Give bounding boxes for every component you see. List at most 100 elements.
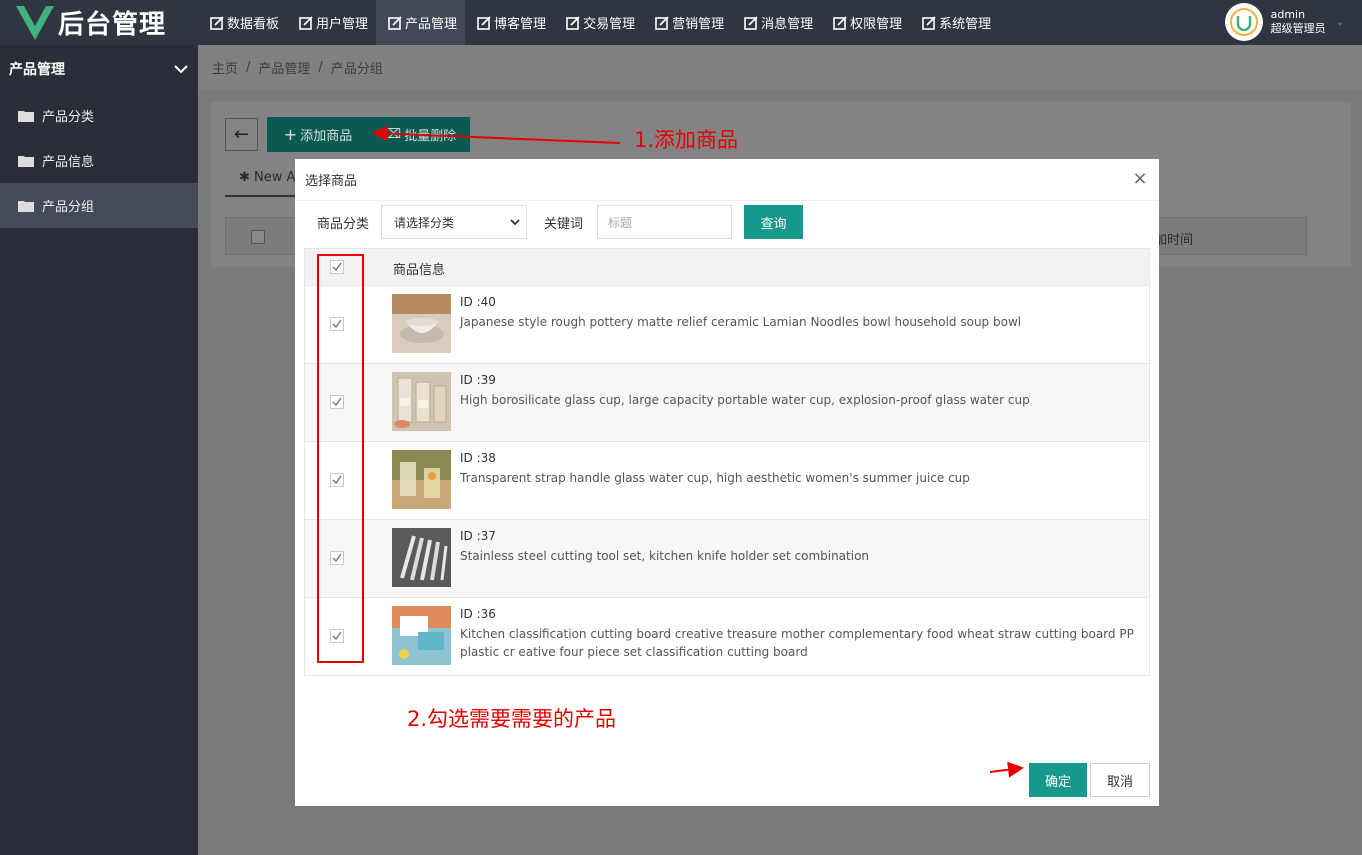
close-icon[interactable]: ×	[1131, 170, 1149, 188]
batch-delete-label: 批量删除	[404, 129, 457, 144]
user-info: admin 超级管理员	[1271, 8, 1326, 36]
top-bar: 后台管理 数据看板 用户管理 产品管理 博客管理 交易管理 营销管理 消息管理 …	[0, 0, 1362, 45]
select-all-checkbox[interactable]	[251, 230, 265, 244]
sidebar-item-category[interactable]: 产品分类	[0, 93, 198, 138]
tab-underline	[225, 195, 295, 197]
annotation-step2: 2.勾选需要需要的产品	[407, 707, 617, 731]
plus-icon: +	[283, 125, 298, 144]
nav-label: 交易管理	[583, 17, 636, 32]
product-id: ID :38	[460, 451, 496, 465]
table-row[interactable]: ID :37 Stainless steel cutting tool set,…	[305, 520, 1149, 598]
category-select[interactable]: 请选择分类	[381, 205, 528, 239]
product-id: ID :36	[460, 607, 496, 621]
product-name: High borosilicate glass cup, large capac…	[460, 393, 1030, 407]
product-thumbnail	[392, 528, 451, 587]
nav-item-system[interactable]: 系统管理	[910, 0, 999, 45]
category-label: 商品分类	[317, 216, 370, 232]
table-row[interactable]: ID :36 Kitchen classification cutting bo…	[305, 598, 1149, 676]
breadcrumb-current: 产品分组	[330, 62, 383, 77]
product-id: ID :37	[460, 529, 496, 543]
row-checkbox[interactable]	[330, 551, 344, 565]
edit-icon	[299, 15, 313, 30]
dialog-title: 选择商品	[305, 174, 358, 189]
nav-item-users[interactable]: 用户管理	[287, 0, 376, 45]
edit-icon	[655, 15, 669, 30]
edit-icon	[744, 15, 758, 30]
table-row[interactable]: ID :39 High borosilicate glass cup, larg…	[305, 364, 1149, 442]
nav-item-messages[interactable]: 消息管理	[732, 0, 821, 45]
breadcrumb-separator: /	[246, 60, 251, 75]
search-button[interactable]: 查询	[744, 205, 804, 239]
nav-item-marketing[interactable]: 营销管理	[643, 0, 732, 45]
keyword-placeholder: 标题	[608, 215, 633, 230]
tab-new[interactable]: ✱ New A	[239, 170, 295, 185]
breadcrumb-home[interactable]: 主页	[212, 58, 238, 77]
table-row[interactable]: ID :40 Japanese style rough pottery matt…	[305, 286, 1149, 364]
product-thumbnail	[392, 450, 451, 509]
search-label: 查询	[760, 216, 787, 232]
folder-icon	[18, 110, 34, 122]
keyword-label: 关键词	[544, 216, 584, 232]
product-table-header: 商品信息	[305, 249, 1149, 286]
user-menu[interactable]: admin 超级管理员 ⌄	[1224, 3, 1344, 41]
product-id: ID :39	[460, 373, 496, 387]
row-checkbox[interactable]	[330, 629, 344, 643]
check-icon	[332, 475, 342, 485]
sidebar-item-label: 产品信息	[42, 155, 95, 170]
dialog-header: 选择商品 ×	[295, 159, 1159, 201]
nav-item-blog[interactable]: 博客管理	[465, 0, 554, 45]
select-all-checkbox[interactable]	[330, 260, 344, 274]
product-name: Transparent strap handle glass water cup…	[460, 471, 970, 485]
avatar[interactable]	[1224, 3, 1263, 41]
sidebar: 产品管理 产品分类 产品信息 产品分组	[0, 45, 198, 855]
sidebar-item-info[interactable]: 产品信息	[0, 138, 198, 183]
sidebar-item-group[interactable]: 产品分组	[0, 183, 198, 228]
column-product-info: 商品信息	[393, 263, 446, 278]
sidebar-group-header[interactable]: 产品管理	[0, 45, 198, 93]
nav-item-trade[interactable]: 交易管理	[554, 0, 643, 45]
keyword-input[interactable]: 标题	[597, 205, 733, 239]
logo-icon	[16, 5, 54, 40]
check-icon	[332, 262, 342, 272]
filter-bar: 商品分类 请选择分类 关键词 标题 查询	[317, 205, 804, 239]
breadcrumb-separator: /	[318, 60, 323, 75]
logo[interactable]: 后台管理	[0, 0, 198, 45]
nav-label: 营销管理	[672, 17, 725, 32]
edit-icon	[922, 15, 936, 30]
folder-icon	[18, 200, 34, 212]
back-button[interactable]: ←	[225, 118, 258, 151]
nav-item-products[interactable]: 产品管理	[376, 0, 466, 45]
confirm-label: 确定	[1044, 774, 1071, 790]
add-product-button[interactable]: + 添加商品	[267, 117, 369, 152]
check-icon	[332, 631, 342, 641]
nav-label: 产品管理	[405, 17, 458, 32]
cancel-button[interactable]: 取消	[1090, 763, 1150, 797]
edit-icon	[477, 15, 491, 30]
add-product-label: 添加商品	[300, 129, 353, 144]
sidebar-group-title: 产品管理	[9, 62, 65, 78]
row-checkbox[interactable]	[330, 395, 344, 409]
product-thumbnail	[392, 372, 451, 431]
logo-text: 后台管理	[58, 10, 167, 40]
cancel-label: 取消	[1106, 774, 1133, 790]
chevron-down-icon[interactable]: ⌄	[1336, 17, 1344, 28]
nav-label: 系统管理	[939, 17, 992, 32]
nav-item-permissions[interactable]: 权限管理	[821, 0, 910, 45]
nav-label: 消息管理	[761, 17, 814, 32]
nav-item-dashboard[interactable]: 数据看板	[198, 0, 287, 45]
table-row[interactable]: ID :38 Transparent strap handle glass wa…	[305, 442, 1149, 520]
bee-icon: ✱	[239, 170, 250, 185]
batch-delete-button[interactable]: ⌫ 批量删除	[369, 117, 470, 152]
chevron-down-icon	[174, 65, 188, 74]
row-checkbox[interactable]	[330, 317, 344, 331]
check-icon	[332, 319, 342, 329]
row-checkbox[interactable]	[330, 473, 344, 487]
product-name: Stainless steel cutting tool set, kitche…	[460, 549, 870, 563]
confirm-button[interactable]: 确定	[1029, 763, 1087, 797]
product-table: 商品信息 ID :40 Japanese style rough pottery…	[304, 248, 1150, 676]
breadcrumb-products[interactable]: 产品管理	[258, 58, 310, 77]
check-icon	[332, 553, 342, 563]
annotation-step1: 1.添加商品	[634, 128, 739, 152]
avatar-logo-icon	[1229, 8, 1258, 36]
trash-icon: ⌫	[382, 127, 402, 142]
